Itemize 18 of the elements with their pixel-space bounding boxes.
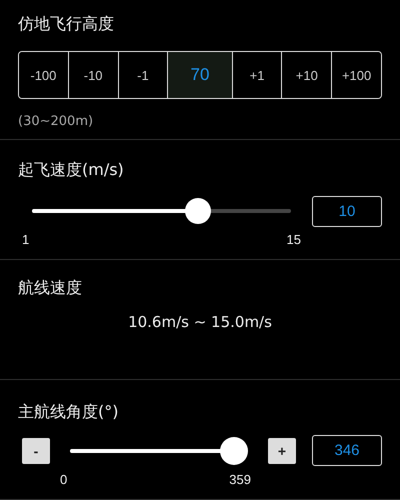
decrement-button[interactable]: - bbox=[22, 438, 50, 464]
slider-thumb[interactable] bbox=[220, 437, 248, 465]
setting-title: 仿地飞行高度 bbox=[18, 13, 115, 35]
range-hint: (30~200m) bbox=[18, 113, 94, 131]
value-field[interactable]: 346 bbox=[312, 435, 382, 466]
setting-title: 起飞速度(m/s) bbox=[18, 159, 125, 181]
max-label: 359 bbox=[229, 472, 251, 488]
setting-title: 主航线角度(°) bbox=[18, 401, 120, 423]
slider-thumb[interactable] bbox=[184, 198, 211, 224]
value-field[interactable]: 10 bbox=[312, 196, 382, 227]
min-label: 0 bbox=[60, 472, 68, 488]
current-value[interactable]: 70 bbox=[167, 52, 232, 98]
increment-button[interactable]: + bbox=[268, 438, 296, 464]
step-button[interactable]: +100 bbox=[331, 52, 381, 98]
max-label: 15 bbox=[286, 232, 301, 248]
min-label: 1 bbox=[22, 232, 30, 248]
speed-range: 10.6m/s ~ 15.0m/s bbox=[127, 312, 273, 332]
setting-title: 航线速度 bbox=[18, 277, 83, 299]
